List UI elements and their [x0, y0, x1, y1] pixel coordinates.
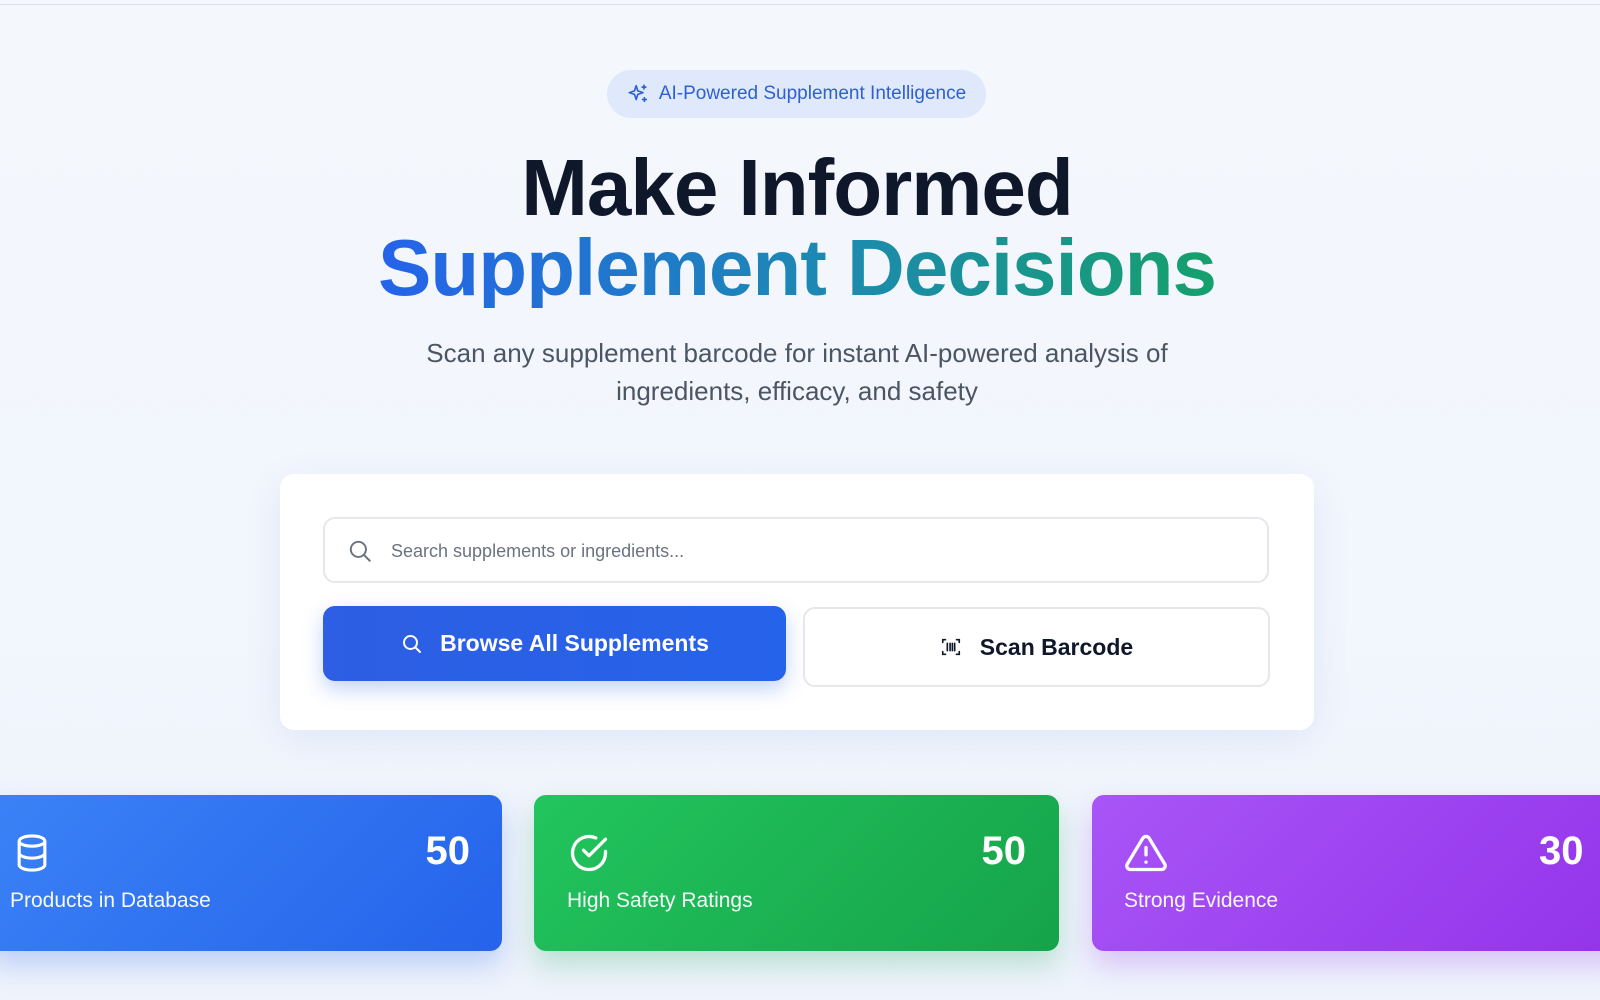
- browse-all-label: Browse All Supplements: [440, 630, 709, 656]
- stat-value: 30: [1539, 829, 1584, 873]
- warning-triangle-icon: [1125, 834, 1167, 872]
- hero-title: Make Informed Supplement Decisions: [0, 148, 1594, 308]
- search-icon: [403, 634, 422, 653]
- ai-badge: AI-Powered Supplement Intelligence: [607, 70, 986, 118]
- search-input[interactable]: [389, 519, 1253, 583]
- sparkles-icon: [628, 84, 647, 103]
- stat-label: High Safety Ratings: [567, 889, 753, 912]
- hero-title-line1: Make Informed: [521, 143, 1074, 232]
- hero-subtitle: Scan any supplement barcode for instant …: [426, 338, 1168, 406]
- stat-label: Strong Evidence: [1124, 889, 1279, 912]
- badge-label: AI-Powered Supplement Intelligence: [658, 83, 967, 104]
- stat-card-evidence: 30 Strong Evidence: [1092, 795, 1600, 951]
- check-circle-icon: [570, 834, 608, 872]
- browse-all-button[interactable]: Browse All Supplements: [323, 606, 786, 681]
- scan-barcode-button[interactable]: Scan Barcode: [803, 607, 1270, 687]
- hero-title-line2: Supplement Decisions: [378, 223, 1217, 312]
- stat-label: Products in Database: [10, 889, 211, 912]
- stat-value: 50: [981, 829, 1027, 873]
- top-divider: [0, 4, 1600, 5]
- stat-card-safety: 50 High Safety Ratings: [534, 795, 1059, 951]
- search-box[interactable]: [323, 517, 1269, 583]
- scan-barcode-label: Scan Barcode: [979, 633, 1134, 660]
- search-panel: Browse All Supplements Scan Barcode: [280, 474, 1314, 730]
- search-icon: [349, 540, 371, 562]
- stat-value: 50: [425, 829, 471, 873]
- barcode-scan-icon: [941, 638, 960, 656]
- database-icon: [17, 834, 47, 872]
- stat-card-products: 50 Products in Database: [0, 795, 502, 951]
